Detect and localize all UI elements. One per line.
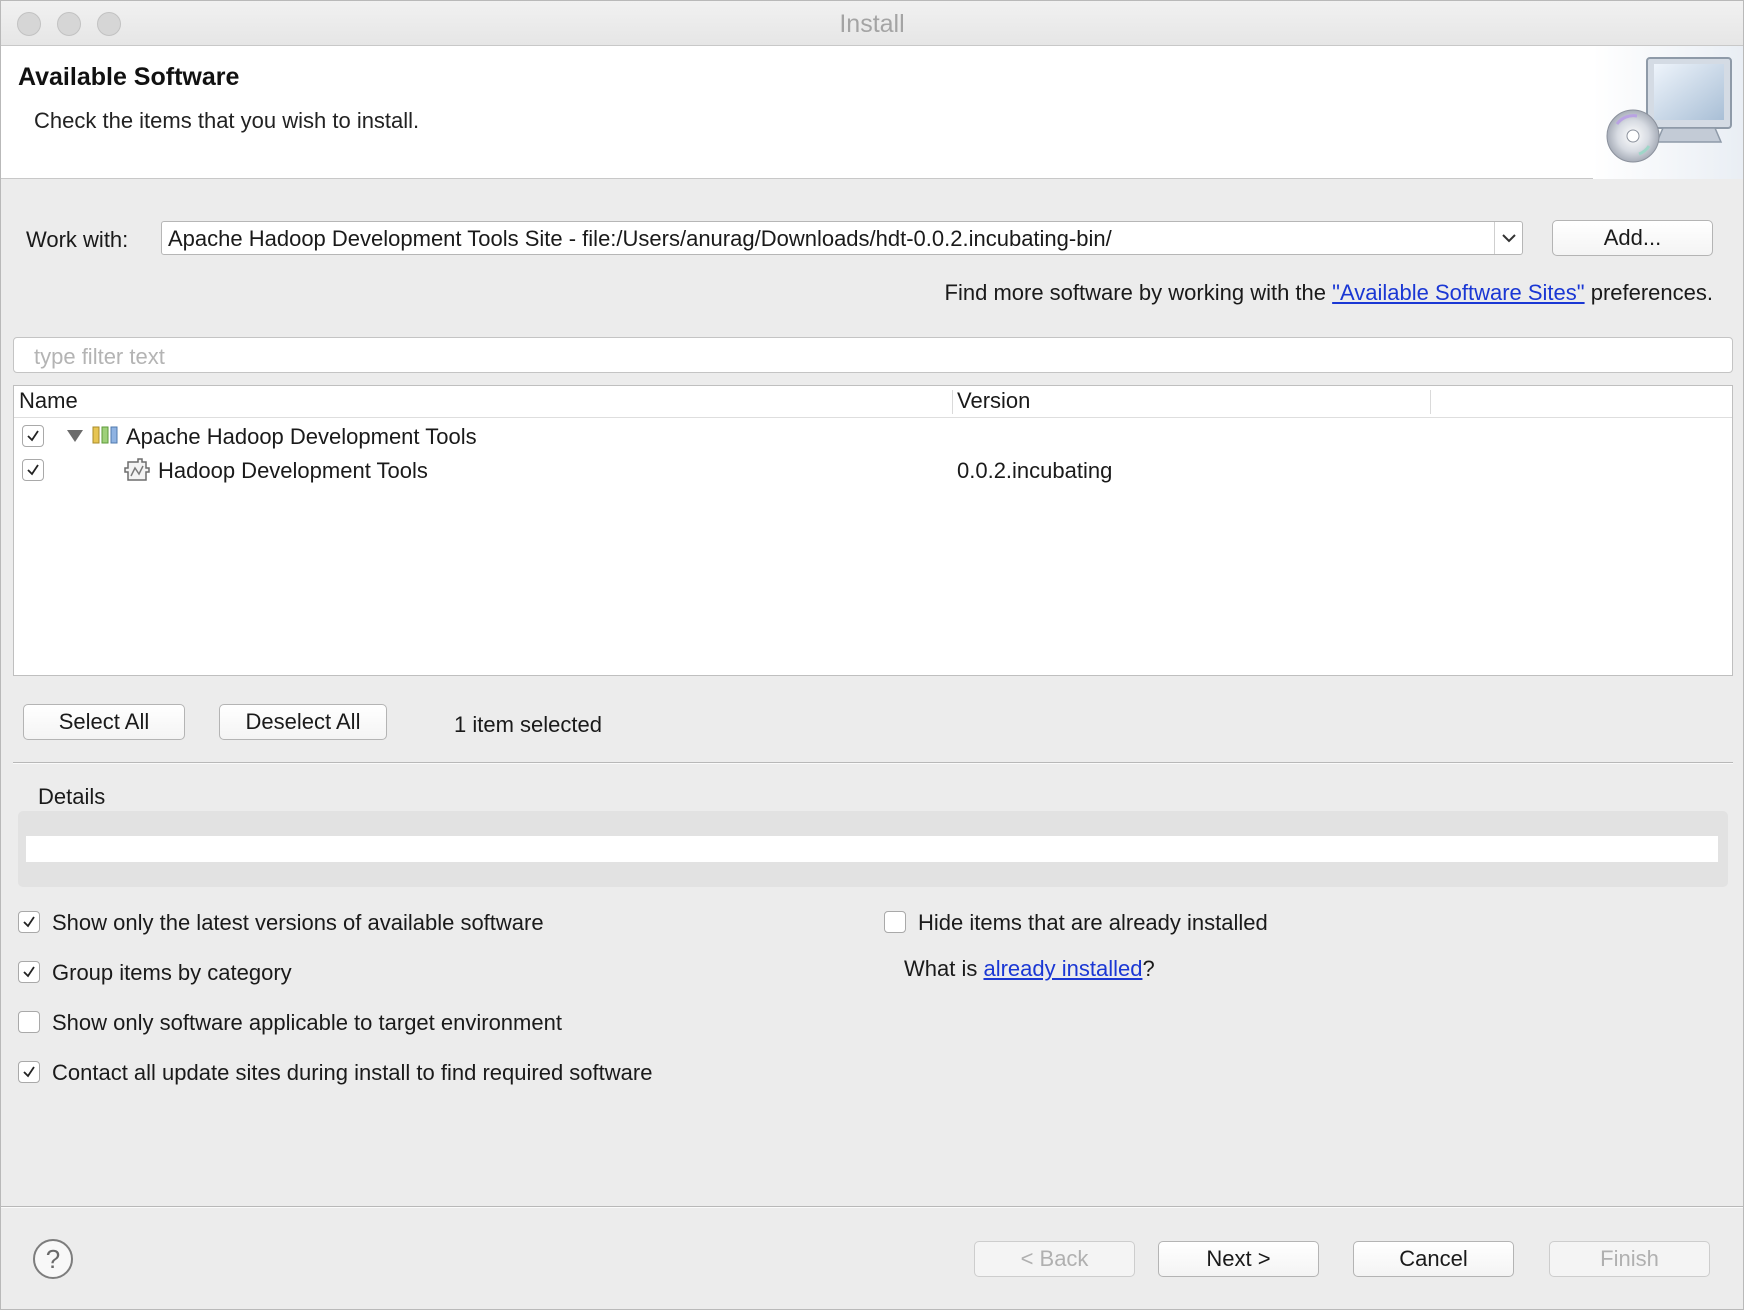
what-is-prefix: What is [904, 956, 984, 981]
group-by-category-label: Group items by category [52, 960, 292, 985]
table-header: Name Version [14, 386, 1732, 418]
finish-button[interactable]: Finish [1549, 1241, 1710, 1277]
page-description: Check the items that you wish to install… [34, 108, 420, 133]
details-panel [18, 811, 1728, 887]
install-dialog: Install Available Software Check the ite… [0, 0, 1744, 1310]
find-more-prefix: Find more software by working with the [944, 280, 1333, 305]
cancel-button[interactable]: Cancel [1353, 1241, 1514, 1277]
checkmark-icon [23, 966, 35, 978]
title-bar: Install [1, 1, 1743, 46]
contact-update-sites-checkbox[interactable] [18, 1061, 40, 1083]
column-separator [952, 390, 953, 414]
details-text [26, 836, 1718, 862]
wizard-banner: Available Software Check the items that … [1, 46, 1743, 179]
row-checkbox[interactable] [22, 459, 44, 481]
available-software-sites-link[interactable]: "Available Software Sites" [1332, 280, 1584, 305]
category-icon [92, 425, 120, 450]
latest-versions-label: Show only the latest versions of availab… [52, 910, 544, 935]
next-button[interactable]: Next > [1158, 1241, 1319, 1277]
row-version: 0.0.2.incubating [957, 458, 1113, 483]
work-with-combo[interactable]: Apache Hadoop Development Tools Site - f… [161, 221, 1523, 255]
column-header-version[interactable]: Version [957, 388, 1030, 414]
checkmark-icon [23, 1066, 35, 1078]
window-title: Install [839, 10, 905, 38]
details-label: Details [38, 784, 106, 809]
row-name: Apache Hadoop Development Tools [126, 424, 477, 449]
latest-versions-checkbox[interactable] [18, 911, 40, 933]
find-more-text: Find more software by working with the "… [945, 280, 1713, 306]
checkmark-icon [23, 916, 35, 928]
what-is-suffix: ? [1142, 956, 1155, 981]
hide-installed-label: Hide items that are already installed [918, 910, 1268, 935]
add-site-button[interactable]: Add... [1552, 220, 1713, 256]
already-installed-link[interactable]: already installed [983, 956, 1142, 981]
select-all-button[interactable]: Select All [23, 704, 185, 740]
work-with-label: Work with: [26, 227, 129, 252]
column-header-name[interactable]: Name [19, 388, 78, 414]
row-checkbox[interactable] [22, 425, 44, 447]
page-title: Available Software [18, 63, 240, 91]
separator [13, 762, 1733, 764]
deselect-all-button[interactable]: Deselect All [219, 704, 387, 740]
chevron-down-icon[interactable] [1494, 222, 1522, 254]
group-by-category-checkbox[interactable] [18, 961, 40, 983]
install-computer-icon [1593, 46, 1743, 179]
software-tree-table: Name Version Apache Hadoop Development T… [13, 385, 1733, 676]
checkmark-icon [27, 430, 39, 442]
table-row[interactable]: Hadoop Development Tools 0.0.2.incubatin… [14, 453, 1732, 487]
filter-input[interactable]: type filter text [13, 337, 1733, 373]
applicable-target-checkbox[interactable] [18, 1011, 40, 1033]
checkmark-icon [27, 464, 39, 476]
work-with-value: Apache Hadoop Development Tools Site - f… [168, 226, 1112, 251]
expand-triangle-icon[interactable] [66, 428, 84, 449]
column-separator [1430, 390, 1431, 414]
filter-placeholder: type filter text [34, 344, 165, 369]
feature-plugin-icon [122, 456, 152, 489]
table-row[interactable]: Apache Hadoop Development Tools [14, 419, 1732, 453]
help-icon[interactable]: ? [33, 1239, 73, 1279]
hide-installed-checkbox[interactable] [884, 911, 906, 933]
selection-status: 1 item selected [454, 712, 602, 737]
find-more-suffix: preferences. [1584, 280, 1713, 305]
contact-update-sites-label: Contact all update sites during install … [52, 1060, 653, 1085]
back-button[interactable]: < Back [974, 1241, 1135, 1277]
applicable-target-label: Show only software applicable to target … [52, 1010, 562, 1035]
footer-separator [1, 1206, 1743, 1208]
row-name: Hadoop Development Tools [158, 458, 428, 483]
what-is-installed-text: What is already installed? [904, 956, 1155, 982]
